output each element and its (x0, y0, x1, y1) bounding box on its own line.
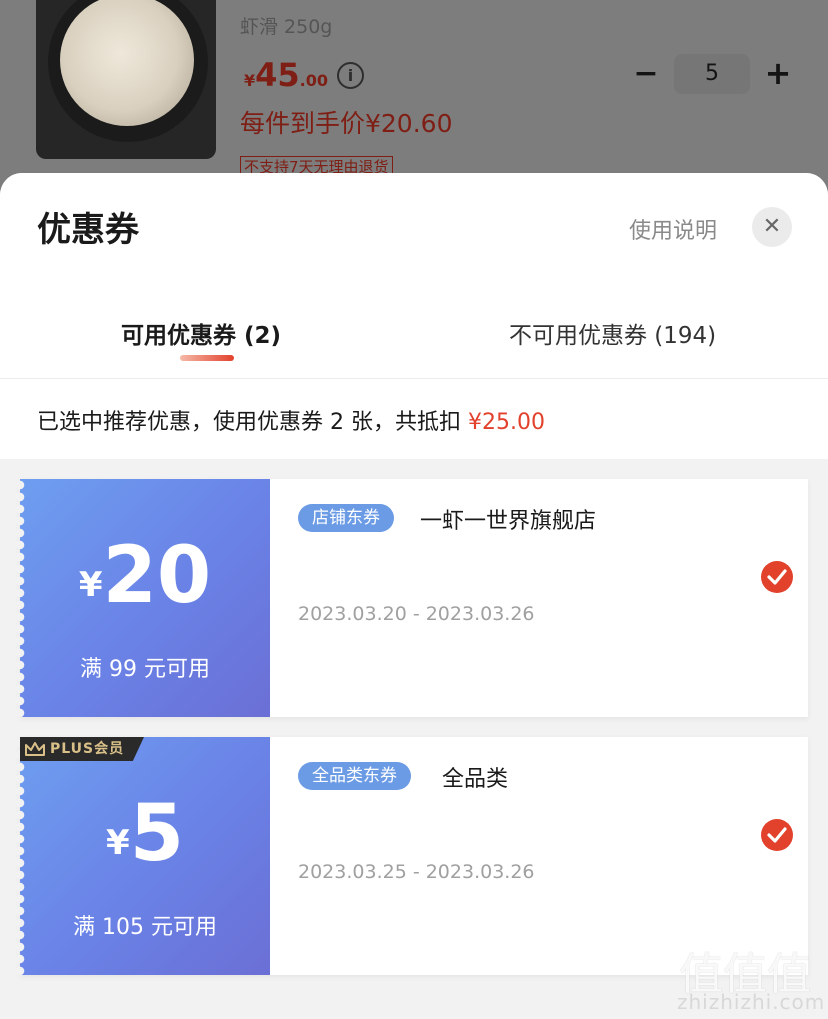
sheet-header: 优惠券 使用说明 ✕ 可用优惠券 (2) 不可用优惠券 (194) 已选中推荐优… (0, 173, 828, 459)
plus-member-label: PLUS会员 (50, 741, 125, 757)
coupon-condition: 满 99 元可用 (80, 657, 210, 682)
active-tab-indicator (180, 355, 234, 361)
coupon-sheet: 优惠券 使用说明 ✕ 可用优惠券 (2) 不可用优惠券 (194) 已选中推荐优… (0, 173, 828, 1019)
coupon-card[interactable]: ¥20 满 99 元可用 店铺东券 一虾一世界旗舰店 2023.03.20 - … (14, 479, 808, 717)
crown-icon (25, 742, 45, 756)
summary-text: 已选中推荐优惠，使用优惠券 2 张，共抵扣 (37, 410, 468, 435)
selection-summary: 已选中推荐优惠，使用优惠券 2 张，共抵扣 ¥25.00 (37, 404, 545, 436)
product-image[interactable] (36, 0, 216, 159)
watermark-url: zhizhizhi.com (677, 990, 826, 1014)
usage-help-link[interactable]: 使用说明 (629, 213, 717, 245)
food-graphic (60, 0, 194, 126)
summary-amount: ¥25.00 (467, 410, 545, 435)
quantity-minus-button[interactable]: − (630, 58, 662, 90)
checkmark-icon (767, 569, 787, 585)
coupon-currency: ¥ (106, 823, 130, 863)
product-name: 虾滑 250g (240, 16, 333, 38)
quantity-plus-button[interactable]: + (762, 56, 794, 90)
coupon-currency: ¥ (78, 565, 103, 605)
tab-unavailable-coupons[interactable]: 不可用优惠券 (194) (509, 316, 716, 350)
close-button[interactable]: ✕ (752, 207, 792, 247)
tab-available-coupons[interactable]: 可用优惠券 (2) (121, 316, 281, 350)
coupon-amount-value: 20 (102, 531, 212, 621)
coupon-value-panel: ¥20 满 99 元可用 (14, 479, 270, 717)
coupon-amount-value: 5 (129, 789, 184, 879)
product-backdrop: 虾滑 250g ¥45.00 i 每件到手价¥20.60 不支持7天无理由退货 … (0, 0, 828, 200)
plus-member-tag: PLUS会员 (20, 737, 144, 761)
coupon-selected-check[interactable] (761, 819, 793, 851)
quantity-field[interactable]: 5 (674, 54, 750, 94)
close-icon: ✕ (762, 214, 782, 239)
price-integer: 45 (255, 56, 300, 94)
price-decimal: .00 (299, 71, 329, 90)
coupon-scope: 全品类 (442, 767, 509, 792)
coupon-validity-period: 2023.03.20 - 2023.03.26 (298, 603, 535, 625)
sheet-title: 优惠券 (37, 210, 139, 250)
final-price: 每件到手价¥20.60 (240, 109, 453, 138)
coupon-scope: 一虾一世界旗舰店 (420, 509, 597, 534)
divider (0, 378, 828, 379)
coupon-validity-period: 2023.03.25 - 2023.03.26 (298, 861, 535, 883)
coupon-type-badge: 全品类东券 (298, 762, 411, 790)
price-currency: ¥ (244, 71, 256, 90)
coupon-amount: ¥5 (20, 789, 270, 879)
coupon-selected-check[interactable] (761, 561, 793, 593)
checkmark-icon (767, 827, 787, 843)
product-price: ¥45.00 (244, 56, 328, 94)
coupon-condition: 满 105 元可用 (73, 915, 217, 940)
info-icon[interactable]: i (337, 62, 364, 89)
coupon-amount: ¥20 (20, 531, 270, 621)
coupon-value-panel: ¥5 满 105 元可用 (14, 737, 270, 975)
coupon-type-badge: 店铺东券 (298, 504, 394, 532)
